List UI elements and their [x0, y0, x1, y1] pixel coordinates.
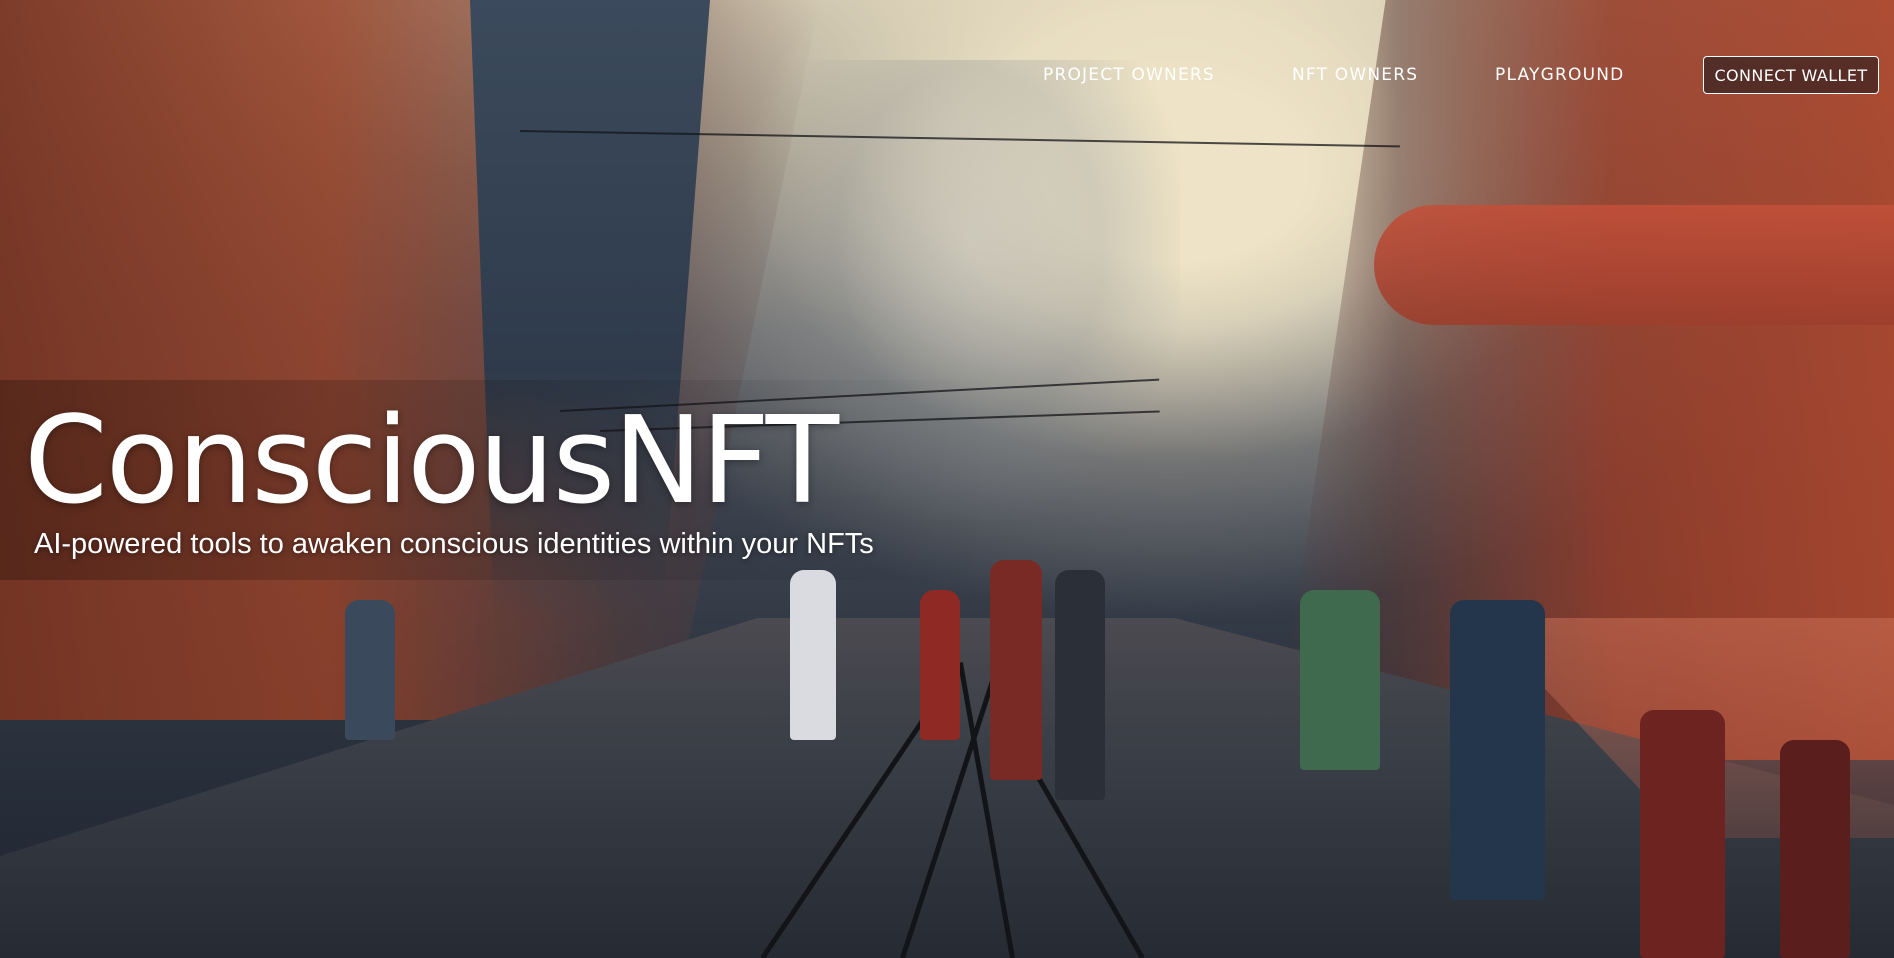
nav-link-nft-owners[interactable]: NFT OWNERS: [1292, 65, 1418, 85]
nav-link-playground[interactable]: PLAYGROUND: [1495, 65, 1624, 85]
pedestrian: [1300, 590, 1380, 770]
pedestrian: [345, 600, 395, 740]
pedestrian: [920, 590, 960, 740]
top-navigation: PROJECT OWNERS NFT OWNERS PLAYGROUND CON…: [0, 56, 1894, 96]
pedestrian: [1640, 710, 1725, 958]
pedestrian: [1055, 570, 1105, 800]
right-balcony: [1374, 205, 1894, 325]
pedestrian: [1780, 740, 1850, 958]
page-title: ConsciousNFT: [24, 392, 839, 531]
connect-wallet-button[interactable]: CONNECT WALLET: [1703, 56, 1879, 94]
nav-link-project-owners[interactable]: PROJECT OWNERS: [1043, 65, 1215, 85]
page-subtitle: AI-powered tools to awaken conscious ide…: [34, 528, 874, 560]
pedestrian: [990, 560, 1042, 780]
pedestrian: [1450, 600, 1545, 900]
pedestrian: [790, 570, 836, 740]
